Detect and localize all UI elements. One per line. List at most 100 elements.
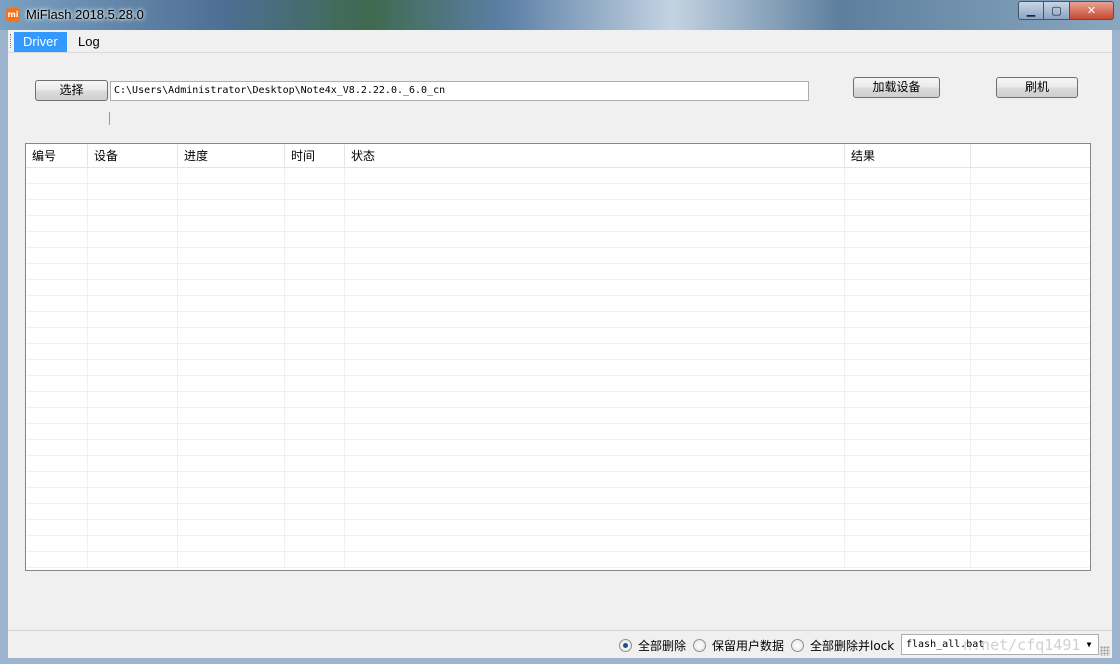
radio-button[interactable] [791,639,804,652]
table-cell [26,216,88,232]
table-cell [285,344,345,360]
table-cell [845,232,971,248]
table-cell [285,424,345,440]
column-header-result[interactable]: 结果 [845,144,971,168]
rom-path-input[interactable]: C:\Users\Administrator\Desktop\Note4x_V8… [110,81,809,101]
table-cell [345,216,845,232]
select-folder-button[interactable]: 选择 [35,80,108,101]
table-cell [845,472,971,488]
table-cell [845,184,971,200]
table-row [26,552,1090,568]
table-row [26,504,1090,520]
table-row [26,264,1090,280]
table-cell [971,312,1090,328]
table-cell [88,424,178,440]
table-cell [26,392,88,408]
table-cell [88,552,178,568]
close-button[interactable]: ✕ [1070,1,1114,20]
table-cell [178,376,285,392]
table-cell [285,440,345,456]
table-cell [345,232,845,248]
table-row [26,440,1090,456]
table-cell [971,376,1090,392]
table-cell [26,472,88,488]
table-cell [971,264,1090,280]
table-cell [178,328,285,344]
column-header-time[interactable]: 时间 [285,144,345,168]
table-cell [88,296,178,312]
device-table[interactable]: 编号 设备 进度 时间 状态 结果 [25,143,1091,571]
table-cell [845,536,971,552]
table-cell [285,296,345,312]
status-bar: 全部删除 保留用户数据 全部删除并lock flash_all.bat ▼ n.… [8,630,1112,658]
table-row [26,200,1090,216]
column-header-number[interactable]: 编号 [26,144,88,168]
table-cell [285,472,345,488]
table-cell [971,552,1090,568]
table-cell [88,216,178,232]
table-cell [26,184,88,200]
table-cell [345,248,845,264]
table-row [26,216,1090,232]
table-cell [88,184,178,200]
radio-button[interactable] [619,639,632,652]
table-cell [345,408,845,424]
table-cell [88,232,178,248]
table-cell [26,200,88,216]
menu-bar: Driver Log [8,30,1112,53]
radio-button[interactable] [693,639,706,652]
load-device-button[interactable]: 加载设备 [853,77,940,98]
table-cell [285,392,345,408]
table-cell [26,424,88,440]
table-cell [26,312,88,328]
menu-item-log[interactable]: Log [69,32,109,52]
table-cell [971,456,1090,472]
radio-clean-all[interactable]: 全部删除 [619,637,686,654]
flash-script-select[interactable]: flash_all.bat ▼ [901,634,1099,655]
table-cell [845,328,971,344]
table-cell [971,232,1090,248]
table-cell [178,168,285,184]
table-cell [845,312,971,328]
table-cell [345,552,845,568]
table-cell [845,280,971,296]
table-cell [971,216,1090,232]
table-cell [178,184,285,200]
table-cell [285,232,345,248]
table-cell [178,424,285,440]
column-header-progress[interactable]: 进度 [178,144,285,168]
title-bar[interactable]: mi MiFlash 2018.5.28.0 ▁ ▢ ✕ [0,0,1120,30]
table-cell [971,344,1090,360]
table-cell [285,264,345,280]
resize-grip-icon[interactable] [1100,646,1110,656]
table-cell [88,280,178,296]
column-header-status[interactable]: 状态 [345,144,845,168]
miflash-window: mi MiFlash 2018.5.28.0 ▁ ▢ ✕ Driver Log … [0,0,1120,664]
table-cell [845,456,971,472]
menu-item-driver[interactable]: Driver [14,32,67,52]
table-cell [345,392,845,408]
table-cell [971,296,1090,312]
radio-clean-all-and-lock[interactable]: 全部删除并lock [791,637,894,654]
table-row [26,408,1090,424]
select-value: flash_all.bat [906,639,985,650]
radio-save-user-data[interactable]: 保留用户数据 [693,637,784,654]
column-header-filler [971,144,1090,168]
table-cell [971,536,1090,552]
table-cell [345,360,845,376]
table-cell [971,520,1090,536]
chevron-down-icon[interactable]: ▼ [1082,637,1096,652]
table-row [26,392,1090,408]
table-cell [178,520,285,536]
table-cell [285,552,345,568]
table-cell [285,280,345,296]
client-area: Driver Log 选择 C:\Users\Administrator\Des… [8,30,1112,658]
flash-button[interactable]: 刷机 [996,77,1078,98]
table-cell [845,376,971,392]
table-row [26,184,1090,200]
table-row [26,472,1090,488]
minimize-button[interactable]: ▁ [1018,1,1044,20]
table-cell [88,344,178,360]
column-header-device[interactable]: 设备 [88,144,178,168]
maximize-button[interactable]: ▢ [1044,1,1070,20]
